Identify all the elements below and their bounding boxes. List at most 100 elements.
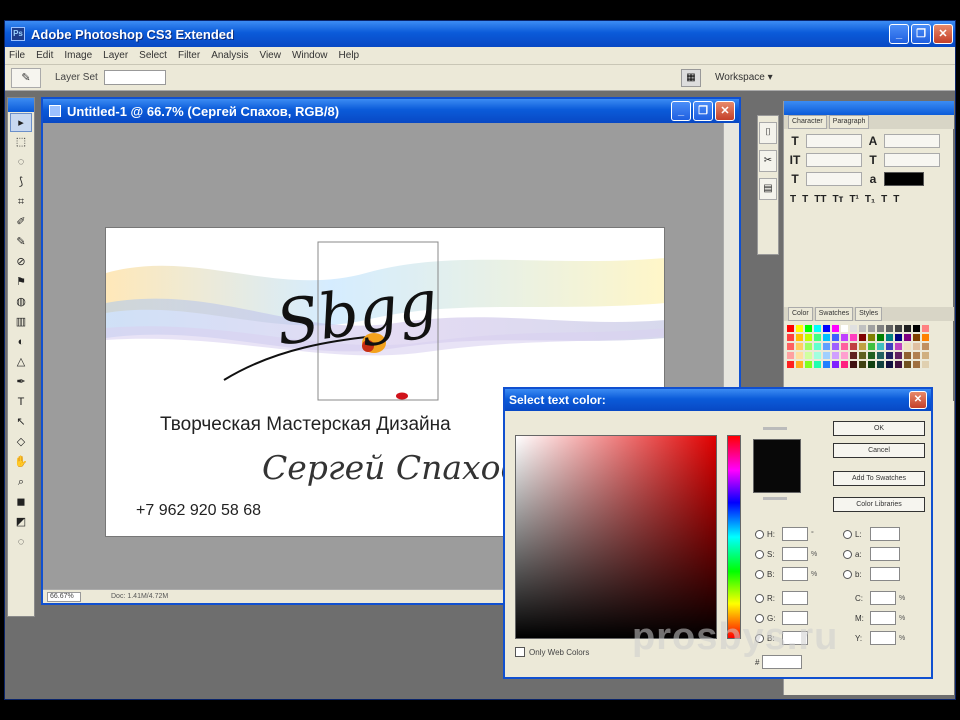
swatch-cell[interactable]: [786, 333, 795, 342]
menu-window[interactable]: Window: [292, 50, 328, 61]
leading-field[interactable]: [884, 134, 940, 148]
red-radio[interactable]: [755, 593, 764, 603]
swatch-cell[interactable]: [831, 342, 840, 351]
saturation-input[interactable]: [782, 547, 808, 561]
color-picker-close-button[interactable]: ✕: [909, 391, 927, 409]
swatch-cell[interactable]: [813, 324, 822, 333]
zoom-tool-icon[interactable]: ⌕: [10, 473, 32, 492]
lasso-tool-icon[interactable]: ◌: [10, 153, 32, 172]
swatch-cell[interactable]: [876, 342, 885, 351]
swatch-cell[interactable]: [885, 351, 894, 360]
doc-minimize-button[interactable]: _: [671, 101, 691, 121]
swatch-cell[interactable]: [921, 360, 930, 369]
move-tool-icon[interactable]: ▸: [10, 113, 32, 132]
swatch-cell[interactable]: [804, 324, 813, 333]
swatch-cell[interactable]: [849, 342, 858, 351]
maximize-button[interactable]: ❐: [911, 24, 931, 44]
swatch-cell[interactable]: [822, 333, 831, 342]
swatch-cell[interactable]: [795, 351, 804, 360]
add-to-swatches-button[interactable]: Add To Swatches: [833, 471, 925, 486]
color-swatch-icon[interactable]: ◼: [10, 493, 32, 512]
swatch-cell[interactable]: [840, 351, 849, 360]
swatch-cell[interactable]: [795, 333, 804, 342]
lab-a-input[interactable]: [870, 547, 900, 561]
toolbox-header[interactable]: [8, 98, 34, 112]
hue-slider[interactable]: [727, 435, 741, 639]
all-caps-button[interactable]: TT: [814, 194, 826, 205]
brightness-radio[interactable]: [755, 569, 764, 579]
swatch-cell[interactable]: [831, 351, 840, 360]
swatch-cell[interactable]: [786, 342, 795, 351]
swatch-cell[interactable]: [867, 342, 876, 351]
swatch-cell[interactable]: [876, 333, 885, 342]
swatch-cell[interactable]: [903, 351, 912, 360]
saturation-radio[interactable]: [755, 549, 764, 559]
swatch-cell[interactable]: [858, 324, 867, 333]
superscript-button[interactable]: T¹: [849, 194, 858, 205]
swatch-cell[interactable]: [876, 324, 885, 333]
menu-edit[interactable]: Edit: [36, 50, 53, 61]
close-button[interactable]: ✕: [933, 24, 953, 44]
swatch-cell[interactable]: [831, 360, 840, 369]
faux-bold-button[interactable]: T: [790, 194, 796, 205]
menu-analysis[interactable]: Analysis: [211, 50, 248, 61]
eraser-tool-icon[interactable]: ▥: [10, 313, 32, 332]
yellow-input[interactable]: [870, 631, 896, 645]
magenta-input[interactable]: [870, 611, 896, 625]
menu-image[interactable]: Image: [64, 50, 92, 61]
path-selection-tool-icon[interactable]: ↖: [10, 413, 32, 432]
swatch-cell[interactable]: [885, 360, 894, 369]
swatch-cell[interactable]: [813, 333, 822, 342]
screen-mode-icon[interactable]: ◌: [10, 533, 32, 552]
swatch-cell[interactable]: [831, 333, 840, 342]
strikethrough-button[interactable]: T: [893, 194, 899, 205]
color-libraries-button[interactable]: Color Libraries: [833, 497, 925, 512]
swatch-cell[interactable]: [858, 351, 867, 360]
lab-l-input[interactable]: [870, 527, 900, 541]
swatch-cell[interactable]: [912, 333, 921, 342]
swatch-cell[interactable]: [867, 351, 876, 360]
gradient-tool-icon[interactable]: ◐: [10, 333, 32, 352]
swatch-cell[interactable]: [849, 324, 858, 333]
swatch-cell[interactable]: [822, 324, 831, 333]
swatch-cell[interactable]: [912, 360, 921, 369]
color-picker-titlebar[interactable]: Select text color: ✕: [505, 389, 931, 411]
menu-layer[interactable]: Layer: [103, 50, 128, 61]
swatch-cell[interactable]: [912, 342, 921, 351]
swatch-cell[interactable]: [858, 333, 867, 342]
swatch-cell[interactable]: [840, 342, 849, 351]
swatch-cell[interactable]: [813, 360, 822, 369]
tab-styles[interactable]: Styles: [855, 307, 883, 321]
character-panel-header[interactable]: [784, 101, 954, 115]
swatch-cell[interactable]: [804, 360, 813, 369]
menu-file[interactable]: File: [9, 50, 25, 61]
swatch-cell[interactable]: [876, 351, 885, 360]
document-size-info[interactable]: Doc: 1.41M/4.72M: [111, 593, 168, 600]
dodge-tool-icon[interactable]: △: [10, 353, 32, 372]
swatch-cell[interactable]: [840, 324, 849, 333]
swatch-cell[interactable]: [921, 351, 930, 360]
swatch-cell[interactable]: [849, 351, 858, 360]
swatch-cell[interactable]: [912, 351, 921, 360]
workspace-icon[interactable]: ▦: [681, 69, 701, 87]
slice-tool-icon[interactable]: ✐: [10, 213, 32, 232]
swatch-cell[interactable]: [903, 342, 912, 351]
doc-close-button[interactable]: ✕: [715, 101, 735, 121]
underline-button[interactable]: T: [881, 194, 887, 205]
history-brush-tool-icon[interactable]: ◍: [10, 293, 32, 312]
lab-b-radio[interactable]: [843, 569, 852, 579]
swatch-cell[interactable]: [903, 333, 912, 342]
layer-comps-panel-icon[interactable]: ▤: [759, 178, 777, 200]
swatch-cell[interactable]: [876, 360, 885, 369]
swatch-cell[interactable]: [894, 351, 903, 360]
swatch-cell[interactable]: [786, 351, 795, 360]
faux-italic-button[interactable]: T: [802, 194, 808, 205]
swatch-cell[interactable]: [795, 342, 804, 351]
swatch-cell[interactable]: [804, 351, 813, 360]
brush-tool-icon[interactable]: ✎: [10, 233, 32, 252]
subscript-button[interactable]: T₁: [865, 194, 875, 205]
lab-l-radio[interactable]: [843, 529, 852, 539]
vertical-scale-field[interactable]: [806, 172, 862, 186]
red-input[interactable]: [782, 591, 808, 605]
swatch-cell[interactable]: [822, 351, 831, 360]
